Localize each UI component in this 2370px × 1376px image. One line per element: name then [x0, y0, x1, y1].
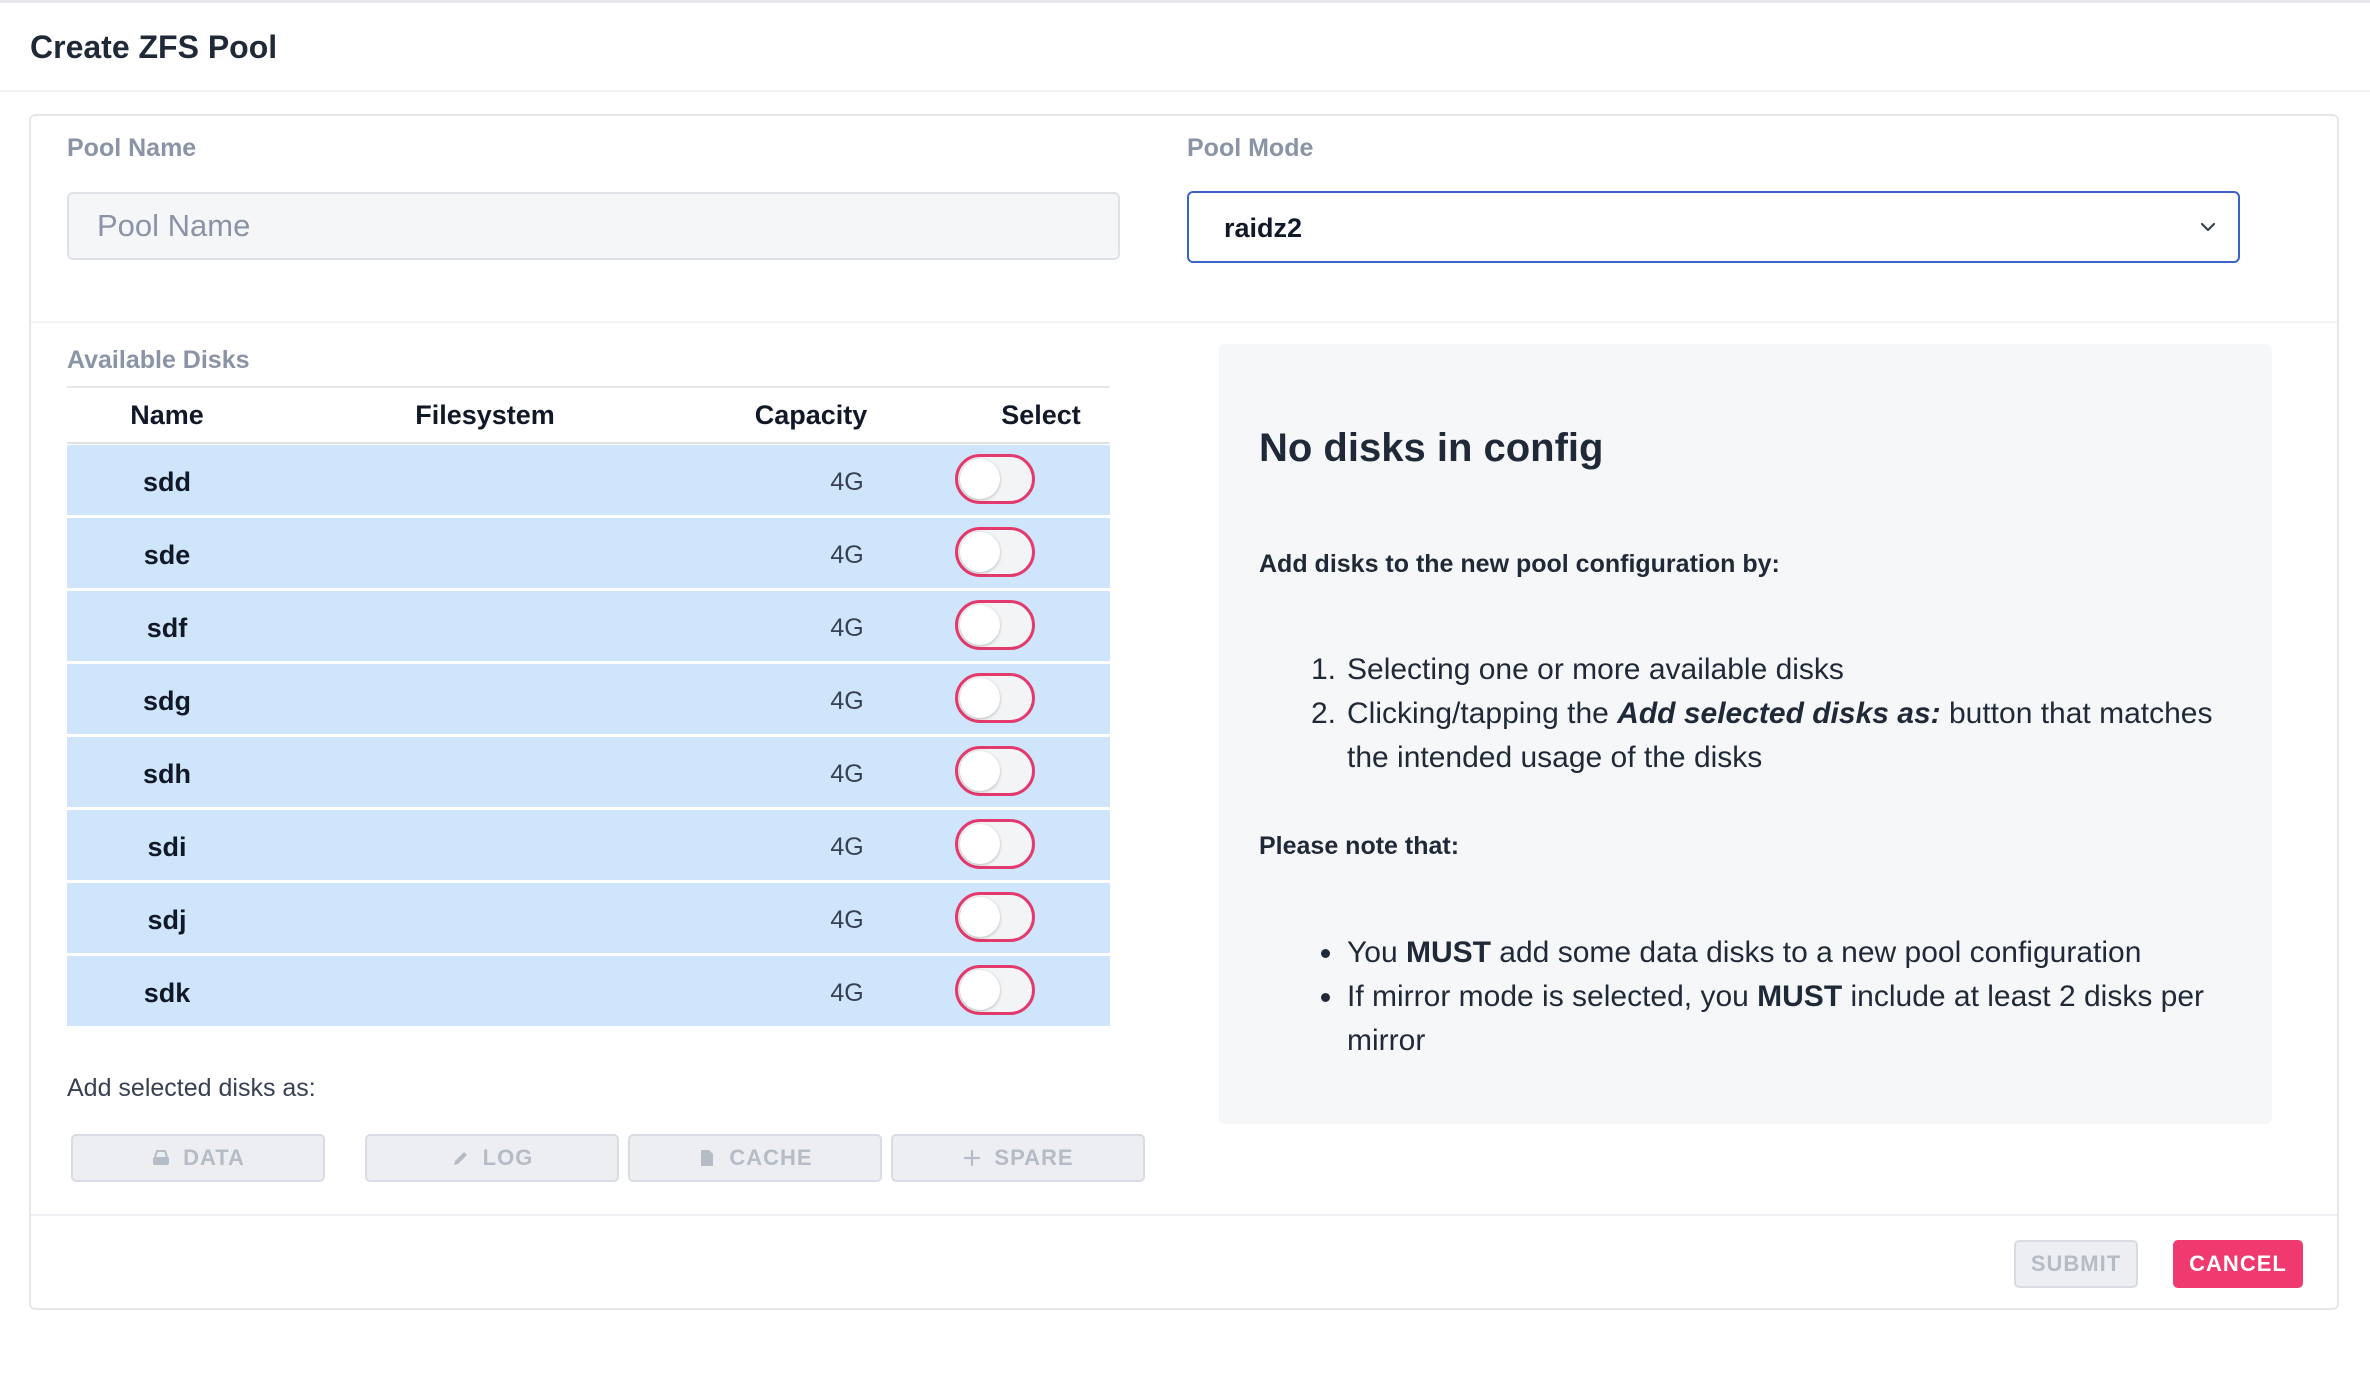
toggle-knob: [960, 678, 1000, 718]
disk-name: sdi: [147, 832, 187, 862]
dialog-header: Create ZFS Pool: [0, 3, 2370, 92]
bullet: [1321, 993, 1330, 1002]
toggle-knob: [960, 532, 1000, 572]
column-header-capacity: Capacity: [754, 400, 868, 430]
note-pre: You: [1347, 936, 1406, 969]
bullet: [1321, 949, 1330, 958]
disk-select-toggle[interactable]: [955, 600, 1035, 650]
toggle-knob: [960, 897, 1000, 937]
table-row: sdk 4G: [67, 956, 1110, 1026]
table-row: sdj 4G: [67, 883, 1110, 953]
footer-divider: [31, 1214, 2337, 1216]
disk-select-toggle[interactable]: [955, 965, 1035, 1015]
add-spare-label: SPARE: [994, 1145, 1074, 1170]
pool-mode-select[interactable]: raidz2: [1187, 191, 2240, 263]
toggle-knob: [960, 824, 1000, 864]
pool-name-label: Pool Name: [67, 134, 197, 162]
add-spare-button[interactable]: SPARE: [891, 1134, 1145, 1182]
column-header-name: Name: [130, 400, 204, 430]
step-text: Selecting one or more available disks: [1347, 653, 1844, 686]
disk-capacity: 4G: [830, 760, 864, 788]
toggle-knob: [960, 605, 1000, 645]
add-data-button[interactable]: DATA: [71, 1134, 325, 1182]
disk-name: sdd: [142, 467, 191, 497]
disk-capacity: 4G: [830, 833, 864, 861]
disk-capacity: 4G: [830, 614, 864, 642]
disk-capacity: 4G: [830, 906, 864, 934]
table-row: sdi 4G: [67, 810, 1110, 880]
note-strong: MUST: [1405, 936, 1491, 969]
disk-select-toggle[interactable]: [955, 819, 1035, 869]
add-selected-label: Add selected disks as:: [67, 1074, 316, 1102]
section-divider: [31, 321, 2337, 323]
step-emphasis: Add selected disks as:: [1617, 697, 1941, 730]
toggle-knob: [960, 459, 1000, 499]
disk-name: sde: [143, 540, 191, 570]
table-row: sde 4G: [67, 518, 1110, 588]
table-header-border: [67, 442, 1110, 444]
hard-drive-icon: [153, 1150, 170, 1165]
disk-capacity: 4G: [830, 979, 864, 1007]
disk-name: sdf: [146, 613, 188, 643]
add-cache-label: CACHE: [729, 1145, 813, 1170]
column-header-filesystem: Filesystem: [415, 400, 555, 430]
disk-select-toggle[interactable]: [955, 673, 1035, 723]
info-subtitle: Add disks to the new pool configuration …: [1259, 550, 1780, 578]
pool-mode-label: Pool Mode: [1187, 134, 1314, 162]
disk-capacity: 4G: [830, 468, 864, 496]
submit-button[interactable]: SUBMIT: [2014, 1240, 2138, 1288]
note-strong: MUST: [1757, 980, 1843, 1013]
disk-select-toggle[interactable]: [955, 746, 1035, 796]
pool-mode-value: raidz2: [1224, 213, 1303, 243]
plus-icon: [964, 1149, 981, 1167]
add-log-button[interactable]: LOG: [365, 1134, 619, 1182]
config-info-panel: No disks in config Add disks to the new …: [1219, 344, 2272, 1124]
table-top-border: [67, 386, 1110, 388]
info-note-heading: Please note that:: [1259, 832, 1460, 860]
disk-name: sdk: [143, 978, 191, 1008]
cancel-button[interactable]: CANCEL: [2173, 1240, 2303, 1288]
info-note-1: You MUST add some data disks to a new po…: [1321, 931, 2227, 975]
disk-capacity: 4G: [830, 541, 864, 569]
disk-name: sdh: [142, 759, 191, 789]
disk-capacity: 4G: [830, 687, 864, 715]
step-text-pre: Clicking/tapping the: [1347, 697, 1618, 730]
table-row: sdg 4G: [67, 664, 1110, 734]
disk-name: sdj: [147, 905, 187, 935]
info-note-2: If mirror mode is selected, you MUST inc…: [1321, 975, 2227, 1063]
add-cache-button[interactable]: CACHE: [628, 1134, 882, 1182]
disk-name: sdg: [142, 686, 191, 716]
add-data-label: DATA: [183, 1145, 245, 1170]
disk-select-toggle[interactable]: [955, 892, 1035, 942]
disk-select-toggle[interactable]: [955, 527, 1035, 577]
column-header-select: Select: [1001, 400, 1081, 430]
toggle-knob: [960, 751, 1000, 791]
info-title: No disks in config: [1259, 426, 1604, 470]
pool-name-input[interactable]: [67, 192, 1120, 260]
add-log-label: LOG: [482, 1145, 534, 1170]
available-disks-label: Available Disks: [67, 346, 250, 374]
file-icon: [701, 1150, 714, 1166]
disk-select-toggle[interactable]: [955, 454, 1035, 504]
table-row: sdh 4G: [67, 737, 1110, 807]
create-pool-form: Pool Name Pool Mode raidz2 Available Dis…: [29, 114, 2339, 1310]
pencil-icon: [453, 1152, 467, 1165]
note-post: add some data disks to a new pool config…: [1490, 936, 2142, 969]
table-row: sdf 4G: [67, 591, 1110, 661]
dialog-title: Create ZFS Pool: [30, 29, 278, 65]
step-number: 1.: [1311, 653, 1337, 686]
table-row: sdd 4G: [67, 445, 1110, 515]
chevron-down-icon: [2200, 222, 2216, 232]
toggle-knob: [960, 970, 1000, 1010]
info-step-2: 2. Clicking/tapping the Add selected dis…: [1311, 692, 2227, 780]
step-number: 2.: [1311, 697, 1337, 730]
note-pre: If mirror mode is selected, you: [1347, 980, 1758, 1013]
info-step-1: 1. Selecting one or more available disks: [1311, 648, 2227, 692]
